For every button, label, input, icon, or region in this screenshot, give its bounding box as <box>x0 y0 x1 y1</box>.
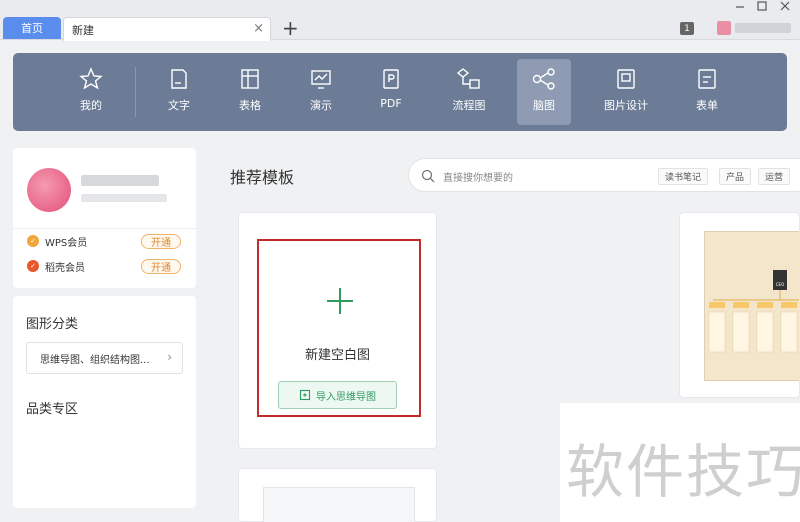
tool-image-design[interactable]: 图片设计 <box>598 59 654 125</box>
profile-card: ✓ WPS会员 开通 ✓ 稻壳会员 开通 <box>13 148 196 288</box>
zone-title: 品类专区 <box>26 402 79 417</box>
close-window-icon[interactable] <box>780 0 790 14</box>
tool-label: 演示 <box>310 99 332 112</box>
app-toolbar: 我的 文字 表格 演示 PDF 流程图 脑图 图片设计 表单 <box>13 53 787 131</box>
tool-label: PDF <box>380 97 402 110</box>
ceo-node-label: CEO <box>776 282 784 287</box>
category-select-value: 思维导图、组织结构图... <box>40 354 150 366</box>
plus-icon[interactable] <box>326 287 354 315</box>
minimize-icon[interactable] <box>735 0 745 14</box>
tag-reading-notes[interactable]: 读书笔记 <box>658 168 709 185</box>
member-label: WPS会员 <box>45 237 88 249</box>
chevron-right-icon: › <box>167 350 172 364</box>
search-placeholder: 直接搜你想要的 <box>443 173 513 184</box>
member-label: 稻壳会员 <box>45 262 85 274</box>
tool-label: 文字 <box>168 99 190 112</box>
counter-badge[interactable]: 1 <box>680 22 694 35</box>
tag-operations[interactable]: 运营 <box>758 168 791 185</box>
mindmap-icon <box>532 68 555 90</box>
member-row-docer: ✓ 稻壳会员 <box>27 257 85 275</box>
category-title: 图形分类 <box>26 317 79 332</box>
tab-home-label: 首页 <box>21 22 43 35</box>
maximize-icon[interactable] <box>757 0 767 14</box>
form-icon <box>698 69 716 89</box>
star-icon <box>79 67 103 90</box>
presentation-icon <box>311 70 331 89</box>
tool-my[interactable]: 我的 <box>69 59 113 125</box>
divider <box>13 228 196 229</box>
import-label: 导入思维导图 <box>316 391 376 403</box>
tab-new-label: 新建 <box>72 24 94 37</box>
blurred-username[interactable] <box>735 23 791 33</box>
tool-label: 流程图 <box>452 99 486 112</box>
tag-product[interactable]: 产品 <box>719 168 752 185</box>
avatar[interactable] <box>27 168 71 212</box>
tool-flowchart[interactable]: 流程图 <box>443 59 495 125</box>
watermark: 软件技巧 <box>566 438 800 506</box>
category-select[interactable]: 思维导图、组织结构图... › <box>26 342 183 374</box>
tool-label: 脑图 <box>533 99 555 112</box>
import-icon <box>299 389 311 401</box>
tool-mindmap[interactable]: 脑图 <box>517 59 571 125</box>
docer-member-icon: ✓ <box>27 260 39 272</box>
blurred-user-id <box>81 194 167 202</box>
tab-home[interactable]: 首页 <box>3 17 61 39</box>
org-chart-preview: CEO <box>708 270 799 353</box>
tool-spreadsheet[interactable]: 表格 <box>228 59 272 125</box>
template-thumbnail <box>263 487 415 522</box>
open-docer-member-button[interactable]: 开通 <box>141 259 181 274</box>
tool-pdf[interactable]: PDF <box>369 59 413 125</box>
image-design-icon <box>617 69 635 89</box>
flowchart-icon <box>456 68 480 89</box>
search-icon <box>421 169 435 183</box>
template-thumbnail: CEO <box>704 231 799 381</box>
tool-label: 我的 <box>80 99 102 112</box>
document-icon <box>171 69 187 89</box>
blurred-username <box>81 175 159 186</box>
member-row-wps: ✓ WPS会员 <box>27 232 87 250</box>
toolbar-divider <box>135 67 136 117</box>
close-tab-icon[interactable]: × <box>253 21 264 36</box>
wps-member-icon: ✓ <box>27 235 39 247</box>
table-icon <box>241 69 259 89</box>
tool-form[interactable]: 表单 <box>685 59 729 125</box>
category-card: 图形分类 思维导图、组织结构图... › 品类专区 <box>13 296 196 508</box>
title-bar: 首页 新建 × + 1 <box>0 0 800 41</box>
template-search[interactable]: 直接搜你想要的 读书笔记 产品 运营 <box>408 158 800 192</box>
tool-presentation[interactable]: 演示 <box>299 59 343 125</box>
open-wps-member-button[interactable]: 开通 <box>141 234 181 249</box>
tool-text[interactable]: 文字 <box>157 59 201 125</box>
tool-label: 图片设计 <box>604 99 648 112</box>
tool-label: 表格 <box>239 99 261 112</box>
tab-new[interactable]: 新建 × <box>63 17 271 41</box>
add-tab-button[interactable]: + <box>282 16 299 40</box>
tool-label: 表单 <box>696 99 718 112</box>
import-mindmap-button[interactable]: 导入思维导图 <box>278 381 397 409</box>
new-blank-label[interactable]: 新建空白图 <box>238 344 437 363</box>
section-title: 推荐模板 <box>230 168 295 187</box>
template-card[interactable] <box>238 468 437 522</box>
template-card-org-chart[interactable]: CEO <box>679 212 800 398</box>
user-avatar-small[interactable] <box>717 21 731 35</box>
pdf-icon <box>383 69 399 89</box>
